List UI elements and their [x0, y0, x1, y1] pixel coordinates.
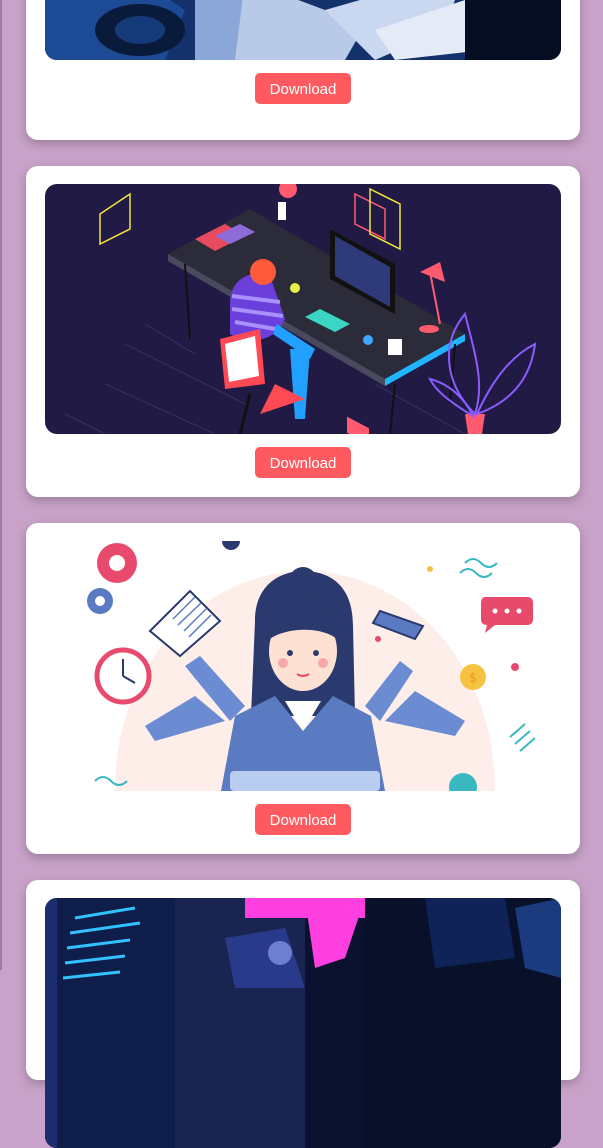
- download-button[interactable]: Download: [255, 804, 351, 835]
- gallery-card: $ Download: [26, 523, 580, 854]
- download-button[interactable]: Download: [255, 447, 351, 478]
- gallery-card: [26, 880, 580, 1148]
- download-button[interactable]: Download: [255, 73, 351, 104]
- desk-illustration-thumbnail[interactable]: [45, 184, 561, 434]
- pixel-art-thumbnail[interactable]: [45, 0, 561, 60]
- page-edge: [0, 0, 2, 970]
- gallery-card: Download: [26, 166, 580, 497]
- pixel-art-thumbnail[interactable]: [45, 898, 561, 1148]
- svg-text:$: $: [469, 671, 477, 686]
- multitasking-illustration-thumbnail[interactable]: $: [45, 541, 561, 791]
- gallery-card: Download: [26, 0, 580, 140]
